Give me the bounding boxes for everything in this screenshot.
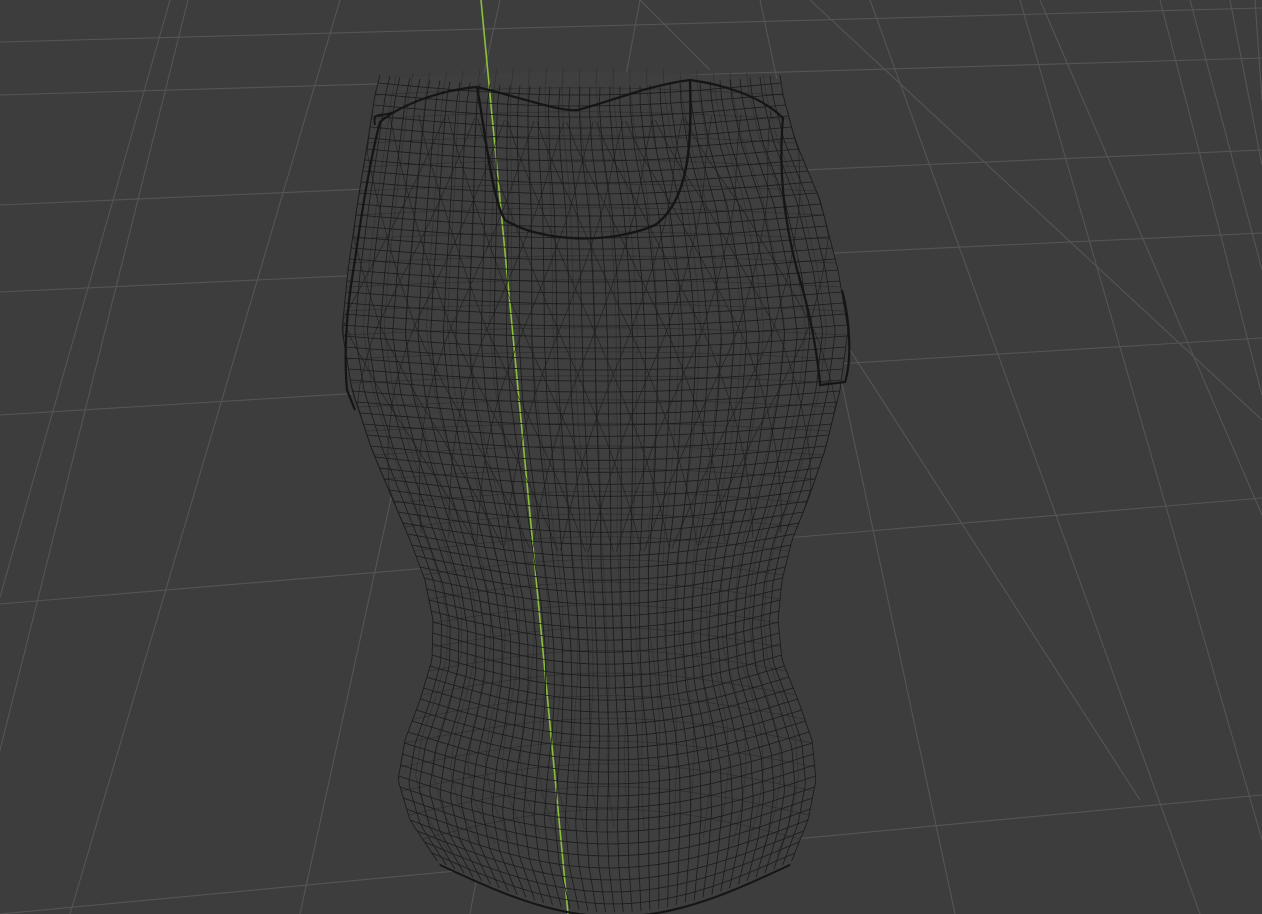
viewport-canvas[interactable]: [0, 0, 1262, 914]
3d-viewport[interactable]: [0, 0, 1262, 914]
